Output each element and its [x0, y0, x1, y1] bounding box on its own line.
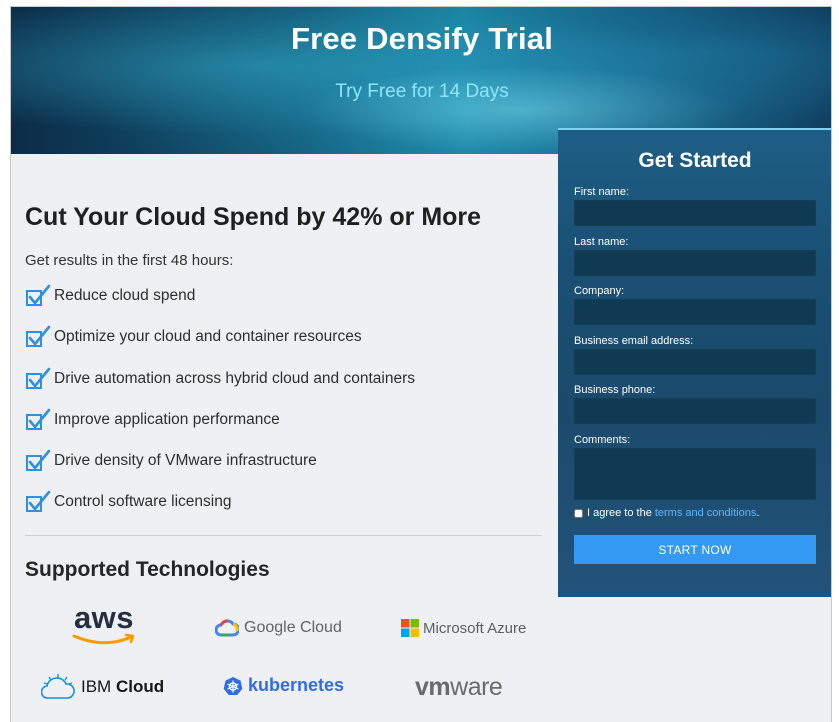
- ibm-cloud-logo: IBM Cloud: [41, 673, 164, 701]
- first-name-label: First name:: [574, 186, 630, 198]
- section-divider: [25, 534, 542, 536]
- checkmark-icon: [26, 284, 51, 306]
- email-field[interactable]: [574, 349, 816, 375]
- terms-text: I agree to the: [587, 507, 652, 519]
- benefit-item: Drive density of VMware infrastructure: [25, 448, 545, 489]
- comments-label: Comments:: [574, 434, 631, 446]
- benefit-label: Reduce cloud spend: [54, 287, 196, 304]
- benefit-item: Improve application performance: [25, 407, 545, 448]
- kubernetes-logo-text: kubernetes: [248, 675, 345, 695]
- google-cloud-logo-text: Google Cloud: [244, 619, 342, 636]
- benefit-label: Improve application performance: [54, 410, 280, 428]
- google-cloud-logo: Google Cloud: [215, 619, 342, 637]
- benefits-list: Reduce cloud spend Optimize your cloud a…: [25, 283, 545, 531]
- ibm-cloud-logo-text: IBM Cloud: [81, 677, 164, 697]
- technology-logos: aws Google Cloud Microsoft Azure IBM Clo…: [25, 600, 545, 713]
- microsoft-azure-logo: Microsoft Azure: [401, 619, 526, 637]
- ibm-logo-cloud: Cloud: [115, 677, 165, 696]
- first-name-field[interactable]: [574, 200, 816, 226]
- terms-suffix: .: [756, 507, 760, 519]
- checkmark-icon: [26, 408, 51, 430]
- supported-technologies-heading: Supported Technologies: [25, 557, 270, 581]
- benefit-label: Drive density of VMware infrastructure: [54, 452, 317, 470]
- intro-text: Get results in the first 48 hours:: [25, 252, 234, 269]
- checkmark-icon: [26, 491, 51, 513]
- terms-link[interactable]: terms and conditions: [655, 507, 757, 519]
- aws-smile-icon: [72, 633, 135, 645]
- comments-field[interactable]: [574, 448, 816, 500]
- hero-subtitle: Try Free for 14 Days: [335, 81, 509, 102]
- terms-checkbox[interactable]: [574, 508, 583, 518]
- last-name-label: Last name:: [574, 236, 629, 248]
- aws-logo: aws: [69, 600, 139, 653]
- checkmark-icon: [26, 449, 51, 472]
- benefit-item: Drive automation across hybrid cloud and…: [25, 366, 545, 407]
- benefit-label: Optimize your cloud and container resour…: [54, 328, 362, 346]
- checkmark-icon: [26, 367, 51, 389]
- page-headline: Cut Your Cloud Spend by 42% or More: [25, 203, 482, 231]
- aws-logo-text: aws: [73, 600, 135, 635]
- form-title: Get Started: [638, 149, 752, 172]
- hero-title: Free Densify Trial: [290, 21, 554, 56]
- page-frame: Free Densify Trial Try Free for 14 Days …: [10, 6, 832, 722]
- benefit-item: Optimize your cloud and container resour…: [25, 324, 545, 365]
- google-cloud-icon: [215, 619, 239, 637]
- vmware-logo-vm: vm: [415, 673, 451, 701]
- phone-field[interactable]: [574, 398, 816, 424]
- benefit-label: Control software licensing: [54, 493, 232, 511]
- content-column: Cut Your Cloud Spend by 42% or More Get …: [25, 203, 545, 582]
- start-now-button[interactable]: START NOW: [574, 535, 816, 564]
- vmware-logo-text: vmware: [415, 673, 503, 702]
- phone-label: Business phone:: [574, 384, 656, 396]
- benefit-item: Reduce cloud spend: [25, 283, 545, 324]
- checkmark-icon: [26, 325, 51, 348]
- benefit-label: Drive automation across hybrid cloud and…: [54, 369, 415, 387]
- terms-agreement: I agree to the terms and conditions.: [574, 507, 759, 519]
- ibm-logo-prefix: IBM: [81, 677, 112, 696]
- ibm-cloud-icon: [41, 674, 75, 699]
- company-label: Company:: [574, 285, 625, 297]
- last-name-field[interactable]: [574, 250, 816, 276]
- signup-form: Get Started First name: Last name: Compa…: [558, 128, 831, 597]
- kubernetes-icon: [223, 676, 243, 695]
- vmware-logo-ware: ware: [450, 673, 503, 701]
- microsoft-icon: [401, 619, 419, 637]
- vmware-logo: vmware: [415, 673, 503, 702]
- kubernetes-logo: kubernetes: [223, 675, 344, 696]
- microsoft-azure-logo-text: Microsoft Azure: [423, 619, 527, 637]
- email-label: Business email address:: [574, 335, 694, 347]
- company-field[interactable]: [574, 299, 816, 325]
- benefit-item: Control software licensing: [25, 489, 545, 530]
